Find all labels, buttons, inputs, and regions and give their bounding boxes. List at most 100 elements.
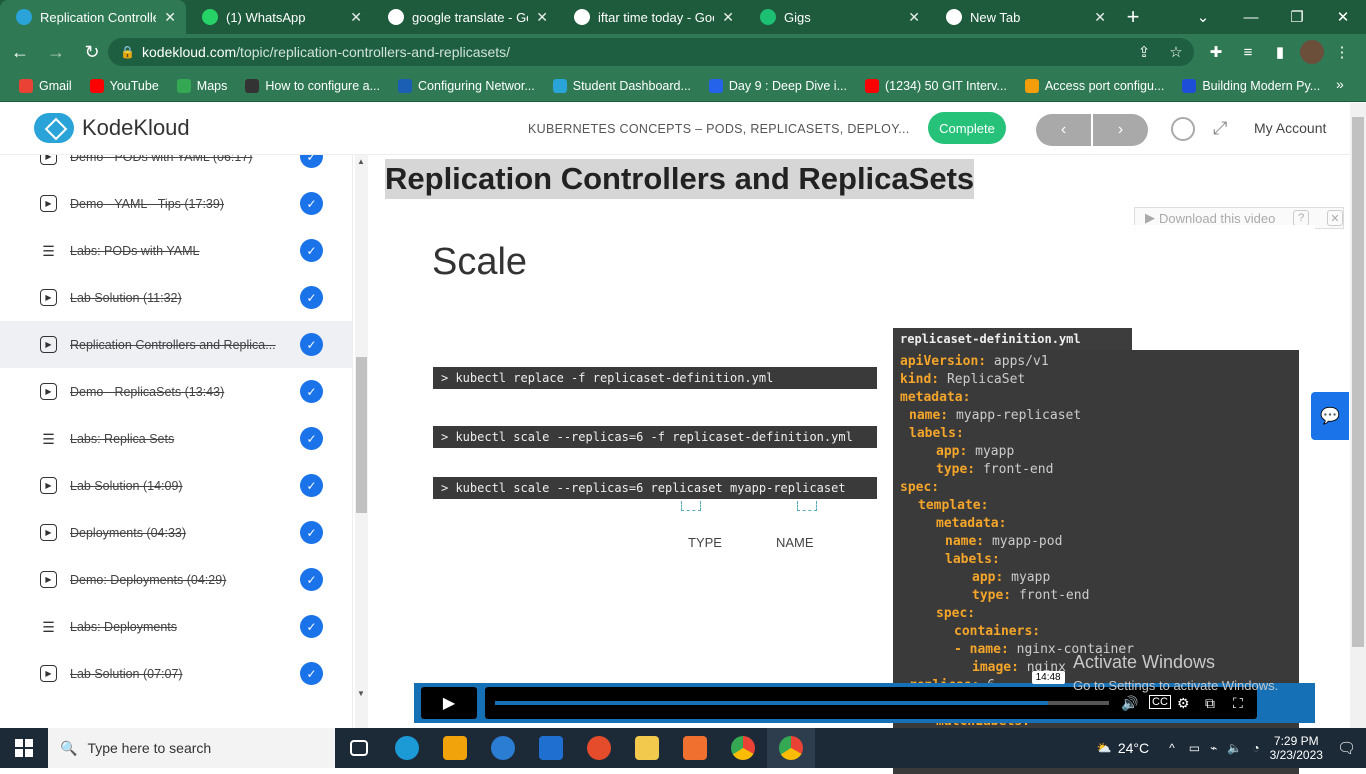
store-icon[interactable] bbox=[431, 728, 479, 768]
bookmark-star-icon[interactable]: ☆ bbox=[1164, 40, 1188, 64]
browser-tab[interactable]: Gigs ✕ bbox=[744, 0, 930, 34]
extensions-icon[interactable]: ✚ bbox=[1204, 40, 1228, 64]
restore-icon[interactable]: ❐ bbox=[1274, 0, 1320, 34]
lesson-item[interactable]: ▶ Lab Solution (07:07) ✓ bbox=[0, 650, 352, 697]
completed-check-icon[interactable]: ✓ bbox=[300, 474, 323, 497]
edge-icon[interactable] bbox=[383, 728, 431, 768]
completed-check-icon[interactable]: ✓ bbox=[300, 615, 323, 638]
lesson-item[interactable]: ▶ Deployments (04:33) ✓ bbox=[0, 509, 352, 556]
weather-icon[interactable]: ⛅ bbox=[1097, 741, 1112, 755]
tab-close-icon[interactable]: ✕ bbox=[1094, 9, 1106, 26]
tray-chevron-icon[interactable]: ^ bbox=[1169, 741, 1175, 755]
close-window-icon[interactable]: ✕ bbox=[1320, 0, 1366, 34]
lesson-item[interactable]: ▶ Lab Solution (11:32) ✓ bbox=[0, 274, 352, 321]
help-icon[interactable]: ? bbox=[1293, 210, 1310, 226]
minimize-icon[interactable]: — bbox=[1228, 0, 1274, 34]
completed-check-icon[interactable]: ✓ bbox=[300, 192, 323, 215]
file-explorer-icon[interactable] bbox=[623, 728, 671, 768]
fullscreen-icon[interactable]: ⛶ bbox=[1233, 695, 1243, 712]
profile-avatar[interactable] bbox=[1300, 40, 1324, 64]
notifications-icon[interactable]: 🗨 bbox=[1337, 739, 1356, 757]
share-icon[interactable]: ⇪ bbox=[1132, 40, 1156, 64]
browser-tab[interactable]: Replication Controllers ✕ bbox=[0, 0, 186, 34]
completed-check-icon[interactable]: ✓ bbox=[300, 239, 323, 262]
next-lesson-button[interactable]: › bbox=[1093, 114, 1148, 146]
video-frame[interactable]: Scale > kubectl replace -f replicaset-de… bbox=[414, 225, 1315, 774]
office-icon[interactable] bbox=[671, 728, 719, 768]
lesson-item[interactable]: ☰ Labs: Replica Sets ✓ bbox=[0, 415, 352, 462]
bookmark-item[interactable]: Access port configu... bbox=[1016, 78, 1174, 93]
page-scroll-thumb[interactable] bbox=[1352, 117, 1364, 647]
back-icon[interactable]: ← bbox=[4, 36, 36, 68]
reload-icon[interactable]: ↻ bbox=[76, 36, 108, 68]
pip-icon[interactable]: ⧉ bbox=[1205, 695, 1215, 712]
completed-check-icon[interactable]: ✓ bbox=[300, 521, 323, 544]
bookmark-item[interactable]: Day 9 : Deep Dive i... bbox=[700, 78, 856, 93]
chat-icon[interactable]: 💬 bbox=[1311, 392, 1349, 440]
lesson-item[interactable]: ▶ Demo - ReplicaSets (13:43) ✓ bbox=[0, 368, 352, 415]
kodekloud-logo[interactable]: KodeKloud bbox=[34, 113, 190, 143]
tab-close-icon[interactable]: ✕ bbox=[536, 9, 548, 26]
more-bookmarks-icon[interactable]: » bbox=[1336, 76, 1344, 92]
battery-icon[interactable]: ▭ bbox=[1189, 741, 1200, 755]
lesson-item[interactable]: ▶ Demo: Deployments (04:29) ✓ bbox=[0, 556, 352, 603]
git-tool-icon[interactable] bbox=[575, 728, 623, 768]
tab-close-icon[interactable]: ✕ bbox=[164, 9, 176, 26]
completed-check-icon[interactable]: ✓ bbox=[300, 155, 323, 168]
mail-icon[interactable] bbox=[527, 728, 575, 768]
completed-check-icon[interactable]: ✓ bbox=[300, 333, 323, 356]
my-account-link[interactable]: My Account bbox=[1254, 120, 1326, 136]
lesson-item[interactable]: ▶ Demo - YAML - Tips (17:39) ✓ bbox=[0, 180, 352, 227]
bookmark-item[interactable]: Maps bbox=[168, 78, 237, 93]
bookmark-item[interactable]: YouTube bbox=[81, 78, 168, 93]
side-panel-icon[interactable]: ▮ bbox=[1268, 40, 1292, 64]
wifi-icon[interactable]: ◔ bbox=[1252, 741, 1259, 755]
captions-icon[interactable]: CC bbox=[1149, 695, 1171, 709]
lesson-item[interactable]: ☰ Labs: PODs with YAML ✓ bbox=[0, 227, 352, 274]
lesson-item[interactable]: ▶ Lab Solution (14:09) ✓ bbox=[0, 462, 352, 509]
forward-icon[interactable]: → bbox=[40, 36, 72, 68]
new-tab-button[interactable]: + bbox=[1116, 0, 1150, 34]
bookmark-item[interactable]: How to configure a... bbox=[236, 78, 389, 93]
completed-check-icon[interactable]: ✓ bbox=[300, 427, 323, 450]
phone-icon[interactable] bbox=[479, 728, 527, 768]
bookmark-item[interactable]: Configuring Networ... bbox=[389, 78, 544, 93]
lesson-item[interactable]: ▶ Demo - PODs with YAML (06:17) ✓ bbox=[0, 155, 352, 180]
windows-start-icon[interactable] bbox=[0, 728, 48, 768]
media-icon[interactable]: ≡ bbox=[1236, 40, 1260, 64]
scroll-down-icon[interactable]: ▼ bbox=[357, 689, 365, 698]
complete-button[interactable]: Complete bbox=[928, 112, 1006, 144]
settings-icon[interactable]: ⚙ bbox=[1177, 695, 1190, 712]
lesson-item[interactable]: ▶ Replication Controllers and Replica... ✓ bbox=[0, 321, 352, 368]
browser-tab[interactable]: New Tab ✕ bbox=[930, 0, 1116, 34]
bookmark-item[interactable]: Building Modern Py... bbox=[1173, 78, 1329, 93]
sidebar-scroll-thumb[interactable] bbox=[356, 357, 367, 513]
completed-check-icon[interactable]: ✓ bbox=[300, 380, 323, 403]
clock[interactable]: 7:29 PM 3/23/2023 bbox=[1270, 734, 1323, 762]
completed-check-icon[interactable]: ✓ bbox=[300, 568, 323, 591]
completed-check-icon[interactable]: ✓ bbox=[300, 662, 323, 685]
page-scrollbar[interactable] bbox=[1350, 103, 1366, 728]
chrome-active-taskbar-icon[interactable] bbox=[767, 728, 815, 768]
bookmark-item[interactable]: (1234) 50 GIT Interv... bbox=[856, 78, 1016, 93]
browser-tab[interactable]: google translate - Go ✕ bbox=[372, 0, 558, 34]
bookmark-item[interactable]: Gmail bbox=[10, 78, 81, 93]
menu-kebab-icon[interactable]: ⋮ bbox=[1330, 40, 1354, 64]
bookmark-item[interactable]: Student Dashboard... bbox=[544, 78, 700, 93]
browser-tab[interactable]: (1) WhatsApp ✕ bbox=[186, 0, 372, 34]
volume-icon[interactable]: 🔊 bbox=[1121, 695, 1138, 712]
course-title[interactable]: KUBERNETES CONCEPTS – PODS, REPLICASETS,… bbox=[528, 122, 910, 136]
tab-close-icon[interactable]: ✕ bbox=[908, 9, 920, 26]
tab-close-icon[interactable]: ✕ bbox=[350, 9, 362, 26]
temperature[interactable]: 24°C bbox=[1118, 740, 1149, 756]
chrome-taskbar-icon[interactable] bbox=[719, 728, 767, 768]
tab-close-icon[interactable]: ✕ bbox=[722, 9, 734, 26]
task-view-icon[interactable] bbox=[335, 728, 383, 768]
close-icon[interactable]: ✕ bbox=[1326, 210, 1343, 226]
lesson-item[interactable]: ☰ Labs: Deployments ✓ bbox=[0, 603, 352, 650]
dark-mode-icon[interactable] bbox=[1171, 117, 1195, 141]
browser-tab[interactable]: iftar time today - Goo ✕ bbox=[558, 0, 744, 34]
taskbar-search[interactable]: 🔍 Type here to search bbox=[48, 728, 335, 768]
tab-search-icon[interactable]: ⌄ bbox=[1180, 0, 1226, 34]
speaker-icon[interactable]: 🔈 bbox=[1227, 741, 1242, 755]
